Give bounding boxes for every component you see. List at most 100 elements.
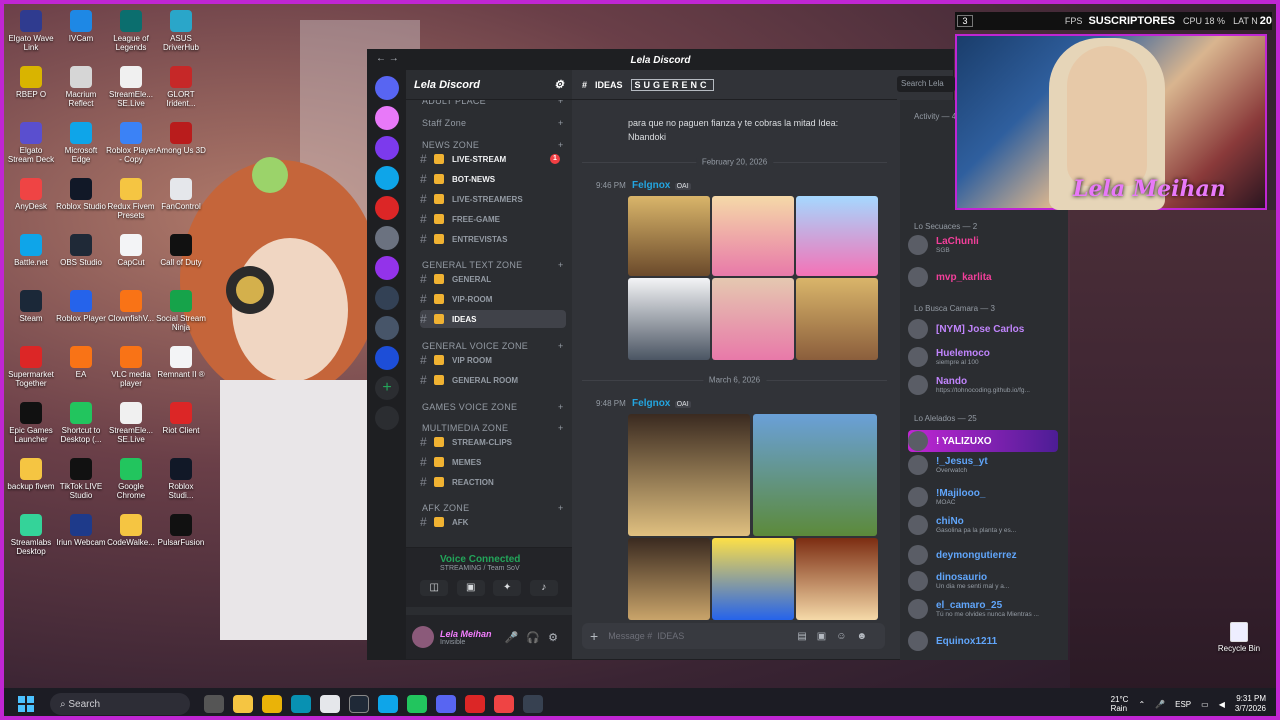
avatar[interactable] (412, 626, 434, 648)
channel-category[interactable]: MULTIMEDIA ZONE + (422, 423, 563, 433)
desktop-icon[interactable]: Battle.net (6, 234, 56, 267)
channel-item[interactable]: # LIVE-STREAMERS (420, 190, 566, 208)
start-button[interactable] (18, 696, 34, 712)
store-icon[interactable] (320, 695, 340, 713)
channel-item[interactable]: # VIP-ROOM (420, 290, 566, 308)
desktop-icon[interactable]: backup fivem (6, 458, 56, 491)
member-item[interactable]: !Majilooo_ MOAC (908, 486, 1058, 508)
taskbar-search[interactable]: ⌕ Search (50, 693, 190, 715)
server-icon[interactable] (375, 166, 399, 190)
desktop-icon[interactable]: OBS Studio (56, 234, 106, 267)
channel-item[interactable]: # AFK (420, 513, 566, 531)
member-item[interactable]: [NYM] Jose Carlos (908, 318, 1058, 340)
attach-plus-icon[interactable]: + (590, 628, 598, 644)
attachment-image[interactable] (796, 538, 878, 620)
weather-widget[interactable]: 21°C Rain (1111, 695, 1129, 713)
member-item[interactable]: mvp_karlita (908, 266, 1058, 288)
member-item[interactable]: chiNo Gasolina pa la planta y es... (908, 514, 1058, 536)
channel-item[interactable]: # REACTION (420, 473, 566, 491)
desktop-icon[interactable]: AnyDesk (6, 178, 56, 211)
desktop-icon[interactable]: Microsoft Edge (56, 122, 106, 164)
add-channel-icon[interactable]: + (558, 341, 564, 351)
attachment-image[interactable] (753, 414, 877, 536)
desktop-icon[interactable]: RBEP O (6, 66, 56, 99)
channel-item[interactable]: # ENTREVISTAS (420, 230, 566, 248)
discord-icon[interactable] (436, 695, 456, 713)
channel-item[interactable]: # IDEAS (420, 310, 566, 328)
volume-icon[interactable]: ◀ (1219, 700, 1225, 709)
channel-item[interactable]: # VIP ROOM (420, 351, 566, 369)
desktop-icon[interactable]: ASUS DriverHub (156, 10, 206, 52)
attachment-image[interactable] (628, 196, 710, 276)
desktop-icon[interactable]: IVCam (56, 10, 106, 43)
add-channel-icon[interactable]: + (558, 118, 564, 128)
attachment-image[interactable] (796, 278, 878, 360)
desktop-icon[interactable]: Macrium Reflect (56, 66, 106, 108)
channel-item[interactable]: # GENERAL (420, 270, 566, 288)
desktop-icon[interactable]: Call of Duty (156, 234, 206, 267)
server-icon[interactable] (375, 346, 399, 370)
channel-category[interactable]: GAMES VOICE ZONE + (422, 402, 563, 412)
desktop-icon[interactable]: EA (56, 346, 106, 379)
chevron-up-icon[interactable]: ⌃ (1138, 700, 1145, 709)
channel-category[interactable]: AFK ZONE + (422, 503, 563, 513)
channel-item[interactable]: # LIVE-STREAM 1 (420, 150, 566, 168)
task-view-icon[interactable] (204, 695, 224, 713)
server-icon[interactable] (375, 136, 399, 160)
channel-category[interactable]: Staff Zone + (422, 118, 563, 128)
attachment-image[interactable] (712, 196, 794, 276)
discord-home-icon[interactable] (375, 76, 399, 100)
server-icon[interactable] (375, 286, 399, 310)
desktop-icon[interactable]: League of Legends (106, 10, 156, 52)
add-member-icon[interactable]: ⚙ (554, 78, 564, 91)
desktop-icon[interactable]: Google Chrome (106, 458, 156, 500)
clock[interactable]: 9:31 PM 3/7/2026 (1235, 694, 1266, 714)
desktop-icon[interactable]: Roblox Player - Copy (106, 122, 156, 164)
server-icon[interactable] (375, 226, 399, 250)
channel-category[interactable]: ADULT PLACE + (422, 100, 563, 106)
add-channel-icon[interactable]: + (558, 260, 564, 270)
app-icon[interactable] (523, 695, 543, 713)
network-icon[interactable]: ▭ (1201, 700, 1209, 709)
desktop-icon[interactable]: CapCut (106, 234, 156, 267)
app-icon[interactable] (465, 695, 485, 713)
channel-item[interactable]: # FREE-GAME (420, 210, 566, 228)
soundboard-button[interactable]: ♪ (529, 580, 558, 596)
camera-button[interactable]: ◫ (420, 580, 449, 596)
server-header[interactable]: Lela Discord ⚙ (406, 70, 572, 100)
channel-category[interactable]: NEWS ZONE + (422, 140, 563, 150)
desktop-icon[interactable]: StreamEle... SE.Live (106, 66, 156, 108)
desktop-icon[interactable]: Streamlabs Desktop (6, 514, 56, 556)
desktop-icon[interactable]: FanControl (156, 178, 206, 211)
attachment-image[interactable] (712, 538, 794, 620)
desktop-icon[interactable]: Roblox Player (56, 290, 106, 323)
server-icon[interactable] (375, 106, 399, 130)
server-icon[interactable] (375, 196, 399, 220)
edge-icon[interactable] (378, 695, 398, 713)
channel-item[interactable]: # GENERAL ROOM (420, 371, 566, 389)
member-item[interactable]: deymongutierrez (908, 544, 1058, 566)
user-controls[interactable]: 🎤🎧⚙ (505, 631, 566, 644)
add-server-icon[interactable]: + (375, 376, 399, 400)
language-indicator[interactable]: ESP (1175, 700, 1191, 709)
member-item[interactable]: LaChunli SGB (908, 234, 1058, 256)
message-composer[interactable]: + Message # IDEAS ▤▣☺☻ (582, 623, 885, 649)
add-channel-icon[interactable]: + (558, 140, 564, 150)
desktop-icon[interactable]: CodeWalke... (106, 514, 156, 547)
activity-button[interactable]: ✦ (493, 580, 522, 596)
back-arrow-icon[interactable]: ← → (376, 53, 399, 64)
obs-icon[interactable] (349, 695, 369, 713)
member-item[interactable]: ! YALIZUXO (908, 430, 1058, 452)
desktop-icon[interactable]: Elgato Stream Deck (6, 122, 56, 164)
channel-category[interactable]: GENERAL TEXT ZONE + (422, 260, 563, 270)
desktop-icon[interactable]: Iriun Webcam (56, 514, 106, 547)
desktop-icon[interactable]: Among Us 3D (156, 122, 206, 155)
desktop-icon[interactable]: Shortcut to Desktop (... (56, 402, 106, 444)
channel-item[interactable]: # BOT-NEWS (420, 170, 566, 188)
desktop-icon[interactable]: Roblox Studi... (156, 458, 206, 500)
desktop-icon[interactable]: Remnant II ® (156, 346, 206, 379)
discover-icon[interactable] (375, 406, 399, 430)
server-icon[interactable] (375, 316, 399, 340)
attachment-image[interactable] (712, 278, 794, 360)
add-channel-icon[interactable]: + (558, 503, 564, 513)
